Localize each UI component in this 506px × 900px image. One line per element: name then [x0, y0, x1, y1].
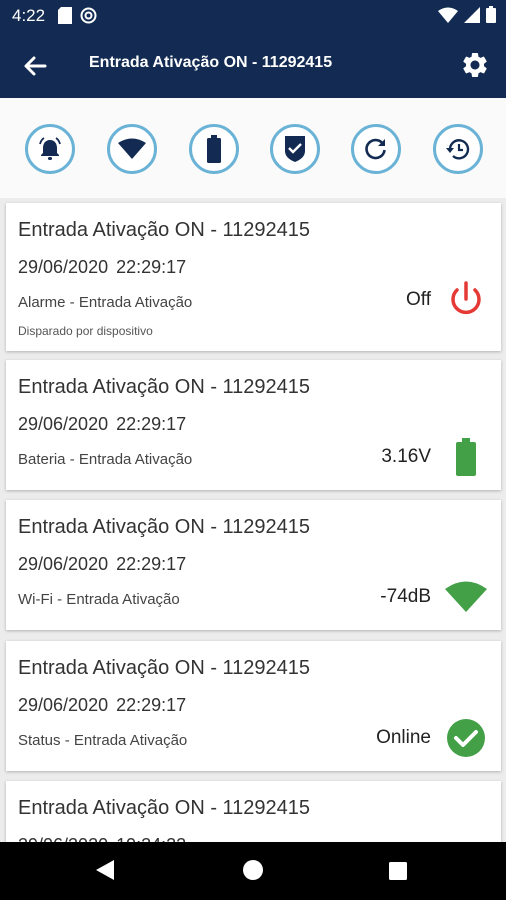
battery-icon: [486, 6, 496, 23]
sd-card-icon: [58, 7, 72, 24]
battery-icon: [207, 135, 221, 163]
back-arrow-icon: [24, 56, 47, 76]
square-recents-icon: [389, 862, 407, 880]
card-title: Entrada Ativação ON - 11292415: [18, 657, 311, 679]
settings-button[interactable]: [460, 50, 490, 80]
nav-recents-button[interactable]: [389, 862, 407, 885]
battery-full-icon: [445, 436, 487, 478]
signal-icon: [464, 6, 480, 23]
circle-home-icon: [243, 860, 263, 880]
card-datetime: 29/06/2020 22:29:17: [18, 554, 187, 574]
card-label: Bateria - Entrada Ativação: [18, 451, 193, 468]
card-datetime: 29/06/2020 22:29:17: [18, 695, 187, 715]
event-card[interactable]: Entrada Ativação ON - 11292415 29/06/202…: [6, 203, 501, 351]
card-title: Entrada Ativação ON - 11292415: [18, 376, 311, 398]
card-label: Status - Entrada Ativação: [18, 732, 188, 749]
card-value: Online: [376, 727, 431, 748]
wifi-icon: [445, 576, 487, 618]
check-circle-icon: [445, 717, 487, 759]
event-card[interactable]: Entrada Ativação ON - 11292415 29/06/202…: [6, 500, 501, 630]
page-title: Entrada Ativação ON - 11292415: [89, 54, 333, 71]
card-title: Entrada Ativação ON - 11292415: [18, 797, 311, 819]
wifi-icon: [118, 138, 146, 159]
history-icon: [446, 139, 470, 160]
history-button[interactable]: [433, 124, 483, 174]
gear-icon: [463, 52, 487, 77]
card-value: -74dB: [380, 586, 431, 607]
card-value: 3.16V: [381, 446, 431, 467]
nav-home-button[interactable]: [242, 859, 264, 886]
action-toolbar: [0, 98, 506, 198]
refresh-button[interactable]: [351, 124, 401, 174]
event-card[interactable]: Entrada Ativação ON - 11292415 29/06/202…: [6, 360, 501, 490]
shield-check-icon: [285, 136, 305, 162]
nav-back-button[interactable]: [94, 858, 116, 887]
security-button[interactable]: [270, 124, 320, 174]
card-label: Alarme - Entrada Ativação: [18, 294, 193, 311]
event-card[interactable]: Entrada Ativação ON - 11292415 29/06/202…: [6, 641, 501, 771]
no-disturb-icon: [80, 7, 97, 24]
card-title: Entrada Ativação ON - 11292415: [18, 219, 311, 241]
status-bar: 4:22: [0, 0, 506, 32]
wifi-icon: [438, 7, 458, 23]
bell-icon: [39, 137, 61, 160]
card-title: Entrada Ativação ON - 11292415: [18, 516, 311, 538]
status-time: 4:22: [12, 6, 46, 25]
system-nav-bar: [0, 842, 506, 900]
battery-button[interactable]: [189, 124, 239, 174]
app-bar: Entrada Ativação ON - 11292415: [0, 32, 506, 98]
triangle-back-icon: [96, 860, 114, 880]
wifi-button[interactable]: [107, 124, 157, 174]
alarm-button[interactable]: [25, 124, 75, 174]
card-datetime: 29/06/2020 22:29:17: [18, 257, 187, 277]
card-label: Wi-Fi - Entrada Ativação: [18, 591, 180, 608]
card-datetime: 29/06/2020 22:29:17: [18, 414, 187, 434]
power-icon: [445, 279, 487, 321]
card-value: Off: [406, 289, 431, 310]
refresh-icon: [365, 138, 386, 160]
back-button[interactable]: [20, 51, 50, 81]
card-sublabel: Disparado por dispositivo: [18, 324, 153, 338]
